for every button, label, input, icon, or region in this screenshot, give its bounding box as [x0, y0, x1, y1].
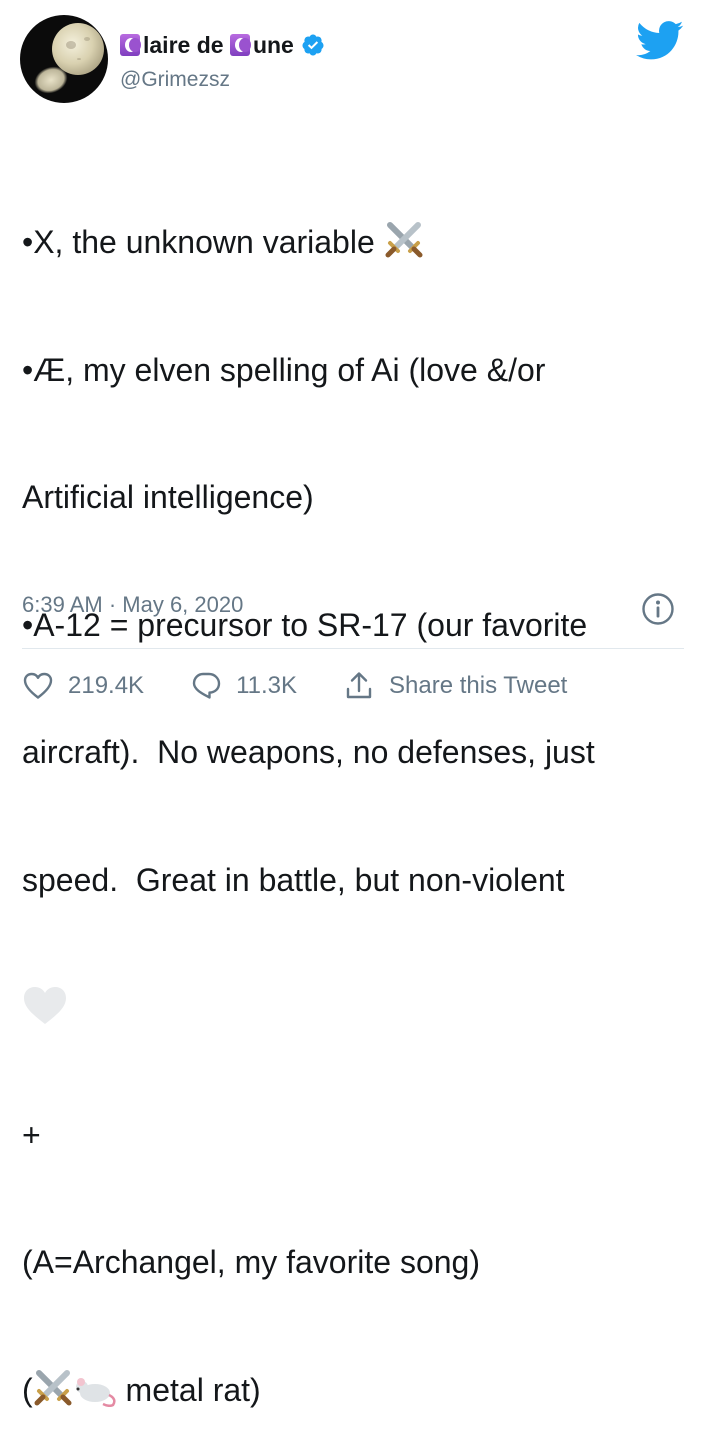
- tweet-line: (A=Archangel, my favorite song): [22, 1244, 480, 1280]
- like-button[interactable]: 219.4K: [22, 670, 144, 702]
- reply-button[interactable]: 11.3K: [190, 670, 297, 702]
- tweet-line: +: [22, 1116, 41, 1153]
- heart-icon: [23, 672, 53, 699]
- crescent-moon-icon: [120, 33, 141, 56]
- tweet-line-text: (: [22, 1371, 33, 1408]
- tweet-text: •X, the unknown variable •Æ, my elven sp…: [22, 136, 692, 1440]
- tweet-line: •Æ, my elven spelling of Ai (love &/or: [22, 351, 546, 388]
- author-name-row[interactable]: laire de une: [120, 30, 325, 60]
- tweet-line: ( metal rat): [22, 1369, 692, 1412]
- tweet-timestamp[interactable]: 6:39 AM · May 6, 2020: [22, 592, 243, 618]
- tweet-line-text: metal rat): [116, 1371, 261, 1408]
- tweet-actions: 219.4K 11.3K Share this Tweet: [22, 666, 613, 706]
- crescent-moon-icon: [229, 33, 251, 56]
- reply-count: 11.3K: [236, 672, 298, 699]
- crossed-swords-icon: [34, 1369, 72, 1405]
- tweet-line-text: •X, the unknown variable: [22, 224, 384, 260]
- tweet-line: [22, 986, 692, 1029]
- display-name[interactable]: laire de une: [120, 32, 294, 59]
- verified-badge-icon: [302, 34, 324, 56]
- share-button[interactable]: Share this Tweet: [343, 670, 567, 702]
- tweet-line: speed. Great in battle, but non-violent: [22, 861, 565, 898]
- author-handle[interactable]: @Grimezsz: [120, 68, 230, 92]
- divider: [22, 648, 684, 649]
- tweet-line: •X, the unknown variable: [22, 221, 692, 264]
- mouse-icon: [75, 1377, 116, 1407]
- display-name-part2: une: [252, 31, 294, 58]
- tweet-line: Artificial intelligence): [22, 479, 314, 515]
- crossed-swords-icon: [385, 222, 423, 258]
- reply-bubble-icon: [192, 672, 221, 699]
- display-name-part1: laire de: [143, 31, 230, 58]
- white-heart-icon: [24, 987, 66, 1024]
- tweet-line: aircraft). No weapons, no defenses, just: [22, 734, 595, 770]
- info-icon[interactable]: [641, 592, 675, 626]
- like-count: 219.4K: [68, 672, 145, 699]
- share-label: Share this Tweet: [389, 672, 568, 699]
- share-icon: [346, 672, 372, 699]
- avatar[interactable]: [20, 15, 108, 103]
- twitter-bird-icon[interactable]: [636, 20, 684, 62]
